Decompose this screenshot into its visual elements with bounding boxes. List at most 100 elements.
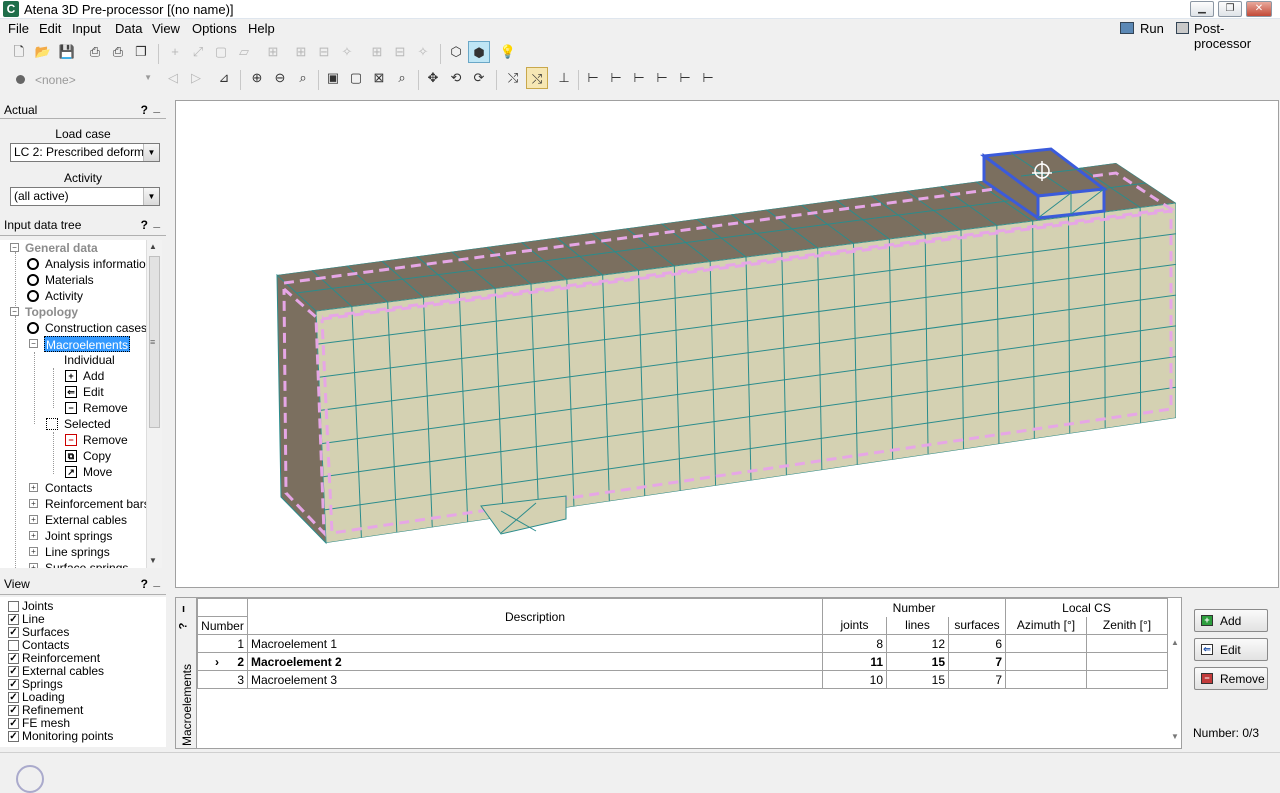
prev-icon[interactable]: ◁ <box>162 67 184 89</box>
tree-general-data[interactable]: General data <box>25 240 98 256</box>
checkbox-contacts[interactable] <box>8 640 19 651</box>
tree-joint-springs[interactable]: Joint springs <box>45 528 112 544</box>
tree-selected-remove[interactable]: Remove <box>83 432 128 448</box>
checkbox-reinforcement[interactable]: ✓ <box>8 653 19 664</box>
cell-empty[interactable] <box>1006 653 1087 671</box>
add-line-icon[interactable]: ⤢ <box>187 41 209 63</box>
scroll-down-icon[interactable]: ▼ <box>1171 732 1179 741</box>
expand-icon[interactable]: + <box>29 499 38 508</box>
tree-selected[interactable]: Selected <box>64 416 111 432</box>
menu-view[interactable]: View <box>148 21 184 36</box>
add-box-icon[interactable]: ⊞ <box>366 41 388 63</box>
orbit-icon[interactable]: ⟳ <box>468 67 490 89</box>
tree-reinforcement-bars[interactable]: Reinforcement bars <box>45 496 150 512</box>
cell-empty[interactable] <box>1087 653 1168 671</box>
new-file-icon[interactable]: 🗋 <box>8 41 30 63</box>
tree-move[interactable]: Move <box>83 464 112 480</box>
load-case-select[interactable]: LC 2: Prescribed deformati ▼ <box>10 143 160 162</box>
view-z-icon[interactable]: ⊢ <box>697 67 719 89</box>
table-row[interactable]: 1Macroelement 18126 <box>198 635 1168 653</box>
table-row[interactable]: ›2Macroelement 211157 <box>198 653 1168 671</box>
activity-select[interactable]: (all active) ▼ <box>10 187 160 206</box>
zoom-all-icon[interactable]: ▣ <box>322 67 344 89</box>
cell-lines[interactable]: 12 <box>887 635 949 653</box>
cell-lines[interactable]: 15 <box>887 653 949 671</box>
wireframe-cube-icon[interactable]: ⬡ <box>445 41 467 63</box>
cell-empty[interactable] <box>1006 671 1087 689</box>
tree-macroelements[interactable]: Macroelements <box>44 336 130 352</box>
star-box-icon[interactable]: ✧ <box>412 41 434 63</box>
view-xz-icon[interactable]: ⊢ <box>651 67 673 89</box>
checkbox-monitoring-points[interactable]: ✓ <box>8 731 19 742</box>
edit-button[interactable]: ⇐ Edit <box>1194 638 1268 661</box>
pin-icon[interactable]: _ <box>153 574 160 588</box>
open-folder-icon[interactable]: 📂 <box>32 41 54 63</box>
cell-joints[interactable]: 10 <box>823 671 887 689</box>
menu-file[interactable]: File <box>4 21 33 36</box>
cell-surfaces[interactable]: 7 <box>949 653 1006 671</box>
checkbox-surfaces[interactable]: ✓ <box>8 627 19 638</box>
tree-edit[interactable]: Edit <box>83 384 104 400</box>
tree-external-cables[interactable]: External cables <box>45 512 127 528</box>
checkbox-external-cables[interactable]: ✓ <box>8 666 19 677</box>
cell-empty[interactable] <box>1006 635 1087 653</box>
cell-description[interactable]: Macroelement 1 <box>248 635 823 653</box>
tree-contacts[interactable]: Contacts <box>45 480 92 496</box>
axis-active-icon[interactable]: ⤭ <box>526 67 548 89</box>
zoom-extent-icon[interactable]: ▢ <box>345 67 367 89</box>
grid-icon[interactable]: ⊞ <box>262 41 284 63</box>
scroll-up-icon[interactable]: ▲ <box>1171 638 1179 647</box>
view-yz-icon[interactable]: ⊢ <box>628 67 650 89</box>
cell-number[interactable]: 1 <box>198 635 248 653</box>
view-x-icon[interactable]: ⊢ <box>582 67 604 89</box>
run-button[interactable]: Run <box>1136 21 1168 36</box>
tree-topology[interactable]: Topology <box>25 304 78 320</box>
rotate-icon[interactable]: ⟲ <box>445 67 467 89</box>
remove-button[interactable]: − Remove <box>1194 667 1268 690</box>
selector-combo[interactable]: <none> ▼ <box>30 72 156 88</box>
maximize-button[interactable]: ❐ <box>1218 1 1242 17</box>
axis-toggle-icon[interactable]: ⤭ <box>502 67 524 89</box>
solid-cube-icon[interactable]: ⬢ <box>468 41 490 63</box>
pin-icon[interactable]: _ <box>153 215 160 229</box>
remove-box-icon[interactable]: ⊟ <box>389 41 411 63</box>
save-icon[interactable]: 💾 <box>56 41 78 63</box>
zoom-window-icon[interactable]: ⌕ <box>292 67 314 89</box>
collapse-icon[interactable]: − <box>10 243 19 252</box>
help-icon[interactable]: ? <box>141 103 148 117</box>
help-icon[interactable]: ? <box>141 218 148 232</box>
help-icon[interactable]: ? <box>177 623 189 630</box>
checkbox-refinement[interactable]: ✓ <box>8 705 19 716</box>
expand-icon[interactable]: + <box>29 515 38 524</box>
expand-icon[interactable]: + <box>29 483 38 492</box>
menu-edit[interactable]: Edit <box>35 21 65 36</box>
add-volume-icon[interactable]: ▱ <box>233 41 255 63</box>
tree-individual[interactable]: Individual <box>64 352 115 368</box>
bulb-icon[interactable]: 💡 <box>497 41 519 63</box>
cell-number[interactable]: 3 <box>198 671 248 689</box>
scroll-up-icon[interactable]: ▲ <box>149 242 157 251</box>
checkbox-loading[interactable]: ✓ <box>8 692 19 703</box>
tree-line-springs[interactable]: Line springs <box>45 544 110 560</box>
checkbox-fe-mesh[interactable]: ✓ <box>8 718 19 729</box>
checkbox-joints[interactable] <box>8 601 19 612</box>
expand-icon[interactable]: + <box>29 547 38 556</box>
cell-lines[interactable]: 15 <box>887 671 949 689</box>
cell-joints[interactable]: 11 <box>823 653 887 671</box>
zoom-in-icon[interactable]: ⊕ <box>246 67 268 89</box>
add-button[interactable]: + Add <box>1194 609 1268 632</box>
zoom-dynamic-icon[interactable]: ⌕ <box>391 67 413 89</box>
tree-materials[interactable]: Materials <box>45 272 94 288</box>
checkbox-springs[interactable]: ✓ <box>8 679 19 690</box>
tree-surface-springs[interactable]: Surface springs <box>45 560 128 568</box>
tree-copy[interactable]: Copy <box>83 448 111 464</box>
tree-analysis-information[interactable]: Analysis information <box>45 256 152 272</box>
pin-icon[interactable]: ı <box>182 603 185 615</box>
help-icon[interactable]: ? <box>141 577 148 591</box>
collapse-icon[interactable]: − <box>10 307 19 316</box>
pan-icon[interactable]: ✥ <box>422 67 444 89</box>
cell-empty[interactable] <box>1087 671 1168 689</box>
cell-joints[interactable]: 8 <box>823 635 887 653</box>
cell-number[interactable]: ›2 <box>198 653 248 671</box>
tree-add[interactable]: Add <box>83 368 104 384</box>
